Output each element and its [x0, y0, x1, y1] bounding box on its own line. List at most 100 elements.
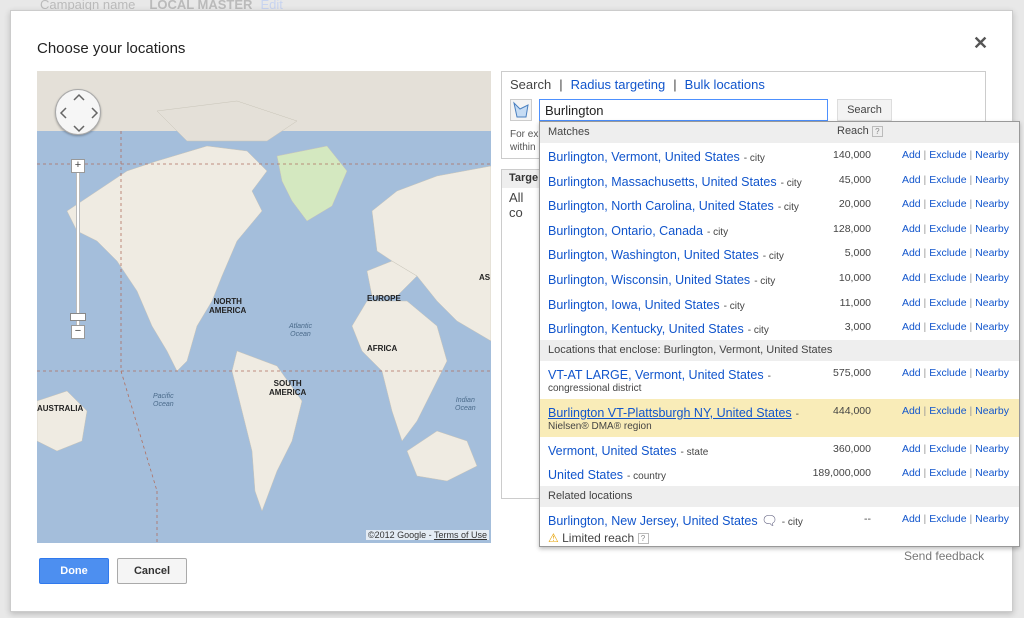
- reach-label: Reach: [837, 125, 869, 137]
- tab-bulk-locations[interactable]: Bulk locations: [685, 77, 765, 92]
- separator: |: [923, 467, 927, 480]
- terms-link[interactable]: Terms of Use: [434, 530, 487, 540]
- add-link[interactable]: Add: [902, 405, 921, 417]
- separator: |: [969, 247, 973, 260]
- result-row[interactable]: Burlington, Massachusetts, United States…: [540, 168, 1019, 193]
- pan-control[interactable]: [55, 89, 101, 135]
- add-link[interactable]: Add: [902, 272, 921, 284]
- nearby-link[interactable]: Nearby: [975, 297, 1009, 309]
- nearby-link[interactable]: Nearby: [975, 174, 1009, 186]
- location-name[interactable]: Burlington, Massachusetts, United States: [548, 175, 777, 189]
- add-link[interactable]: Add: [902, 443, 921, 455]
- exclude-link[interactable]: Exclude: [929, 149, 966, 161]
- nearby-link[interactable]: Nearby: [975, 198, 1009, 210]
- add-link[interactable]: Add: [902, 149, 921, 161]
- nearby-link[interactable]: Nearby: [975, 321, 1009, 333]
- location-name[interactable]: Burlington, Iowa, United States: [548, 298, 720, 312]
- search-tabs: Search | Radius targeting | Bulk locations: [510, 77, 765, 92]
- separator: |: [969, 321, 973, 334]
- nearby-link[interactable]: Nearby: [975, 367, 1009, 379]
- tab-search[interactable]: Search: [510, 77, 551, 92]
- result-row[interactable]: Burlington, Vermont, United States - city…: [540, 143, 1019, 168]
- result-row[interactable]: Burlington, North Carolina, United State…: [540, 192, 1019, 217]
- location-name[interactable]: Burlington, New Jersey, United States: [548, 514, 758, 528]
- location-type: - city: [781, 516, 803, 528]
- label-europe: EUROPE: [367, 294, 401, 303]
- zoom-in-button[interactable]: +: [71, 159, 85, 173]
- exclude-link[interactable]: Exclude: [929, 198, 966, 210]
- location-name[interactable]: Vermont, United States: [548, 444, 677, 458]
- cancel-button[interactable]: Cancel: [117, 558, 187, 584]
- add-link[interactable]: Add: [902, 247, 921, 259]
- location-type: - city: [777, 202, 799, 214]
- location-name[interactable]: Burlington, Wisconsin, United States: [548, 273, 750, 287]
- exclude-link[interactable]: Exclude: [929, 405, 966, 417]
- nearby-link[interactable]: Nearby: [975, 223, 1009, 235]
- search-button[interactable]: Search: [837, 99, 892, 121]
- result-row[interactable]: Burlington, New Jersey, United States 🗨 -…: [540, 507, 1019, 545]
- location-name[interactable]: Burlington, Ontario, Canada: [548, 224, 703, 238]
- exclude-link[interactable]: Exclude: [929, 174, 966, 186]
- label-indian: Indian Ocean: [455, 397, 476, 412]
- location-name[interactable]: Burlington, Vermont, United States: [548, 150, 740, 164]
- exclude-link[interactable]: Exclude: [929, 297, 966, 309]
- nearby-link[interactable]: Nearby: [975, 272, 1009, 284]
- warning-icon: ⚠: [548, 530, 559, 545]
- reach-value: 45,000: [838, 173, 871, 186]
- matches-header: Matches Reach ?: [540, 122, 1019, 143]
- result-row[interactable]: Burlington VT-Plattsburgh NY, United Sta…: [540, 398, 1019, 437]
- location-search-input[interactable]: [539, 99, 828, 121]
- location-name[interactable]: United States: [548, 468, 623, 482]
- separator: |: [969, 222, 973, 235]
- nearby-link[interactable]: Nearby: [975, 443, 1009, 455]
- zoom-handle[interactable]: [70, 313, 86, 321]
- add-link[interactable]: Add: [902, 223, 921, 235]
- done-button[interactable]: Done: [39, 558, 109, 584]
- nearby-link[interactable]: Nearby: [975, 247, 1009, 259]
- help-icon[interactable]: ?: [637, 533, 649, 545]
- location-type: - country: [627, 471, 666, 483]
- result-row[interactable]: United States - country 189,000,000 Add | E…: [540, 461, 1019, 486]
- exclude-link[interactable]: Exclude: [929, 367, 966, 379]
- close-icon[interactable]: ✕: [973, 33, 988, 54]
- location-name[interactable]: Burlington, Kentucky, United States: [548, 322, 744, 336]
- exclude-link[interactable]: Exclude: [929, 443, 966, 455]
- tab-radius-targeting[interactable]: Radius targeting: [571, 77, 666, 92]
- polygon-tool-icon[interactable]: [510, 99, 532, 121]
- location-name[interactable]: VT-AT LARGE, Vermont, United States: [548, 368, 764, 382]
- add-link[interactable]: Add: [902, 198, 921, 210]
- result-row[interactable]: Burlington, Wisconsin, United States - ci…: [540, 266, 1019, 291]
- location-type: - city: [743, 153, 765, 164]
- send-feedback-link[interactable]: Send feedback: [904, 549, 984, 563]
- zoom-out-button[interactable]: −: [71, 325, 85, 339]
- add-link[interactable]: Add: [902, 467, 921, 479]
- nearby-link[interactable]: Nearby: [975, 405, 1009, 417]
- result-row[interactable]: Burlington, Washington, United States - c…: [540, 241, 1019, 266]
- world-map[interactable]: NORTH AMERICA SOUTH AMERICA EUROPE AFRIC…: [37, 71, 491, 543]
- location-name[interactable]: Burlington, Washington, United States: [548, 248, 759, 262]
- nearby-link[interactable]: Nearby: [975, 467, 1009, 479]
- zoom-slider[interactable]: [76, 173, 80, 325]
- nearby-link[interactable]: Nearby: [975, 513, 1009, 525]
- exclude-link[interactable]: Exclude: [929, 247, 966, 259]
- add-link[interactable]: Add: [902, 321, 921, 333]
- exclude-link[interactable]: Exclude: [929, 513, 966, 525]
- result-row[interactable]: Burlington, Kentucky, United States - cit…: [540, 315, 1019, 340]
- add-link[interactable]: Add: [902, 174, 921, 186]
- result-row[interactable]: Vermont, United States - state 360,000 Add …: [540, 437, 1019, 462]
- location-name[interactable]: Burlington, North Carolina, United State…: [548, 199, 774, 213]
- result-row[interactable]: VT-AT LARGE, Vermont, United States - cong…: [540, 361, 1019, 399]
- exclude-link[interactable]: Exclude: [929, 223, 966, 235]
- exclude-link[interactable]: Exclude: [929, 272, 966, 284]
- location-name[interactable]: Burlington VT-Plattsburgh NY, United Sta…: [548, 406, 792, 420]
- add-link[interactable]: Add: [902, 367, 921, 379]
- add-link[interactable]: Add: [902, 513, 921, 525]
- exclude-link[interactable]: Exclude: [929, 321, 966, 333]
- reach-value: 5,000: [844, 247, 871, 260]
- help-icon[interactable]: ?: [871, 125, 883, 137]
- add-link[interactable]: Add: [902, 297, 921, 309]
- nearby-link[interactable]: Nearby: [975, 149, 1009, 161]
- result-row[interactable]: Burlington, Iowa, United States - city 11,…: [540, 291, 1019, 316]
- result-row[interactable]: Burlington, Ontario, Canada - city 128,000…: [540, 217, 1019, 242]
- exclude-link[interactable]: Exclude: [929, 467, 966, 479]
